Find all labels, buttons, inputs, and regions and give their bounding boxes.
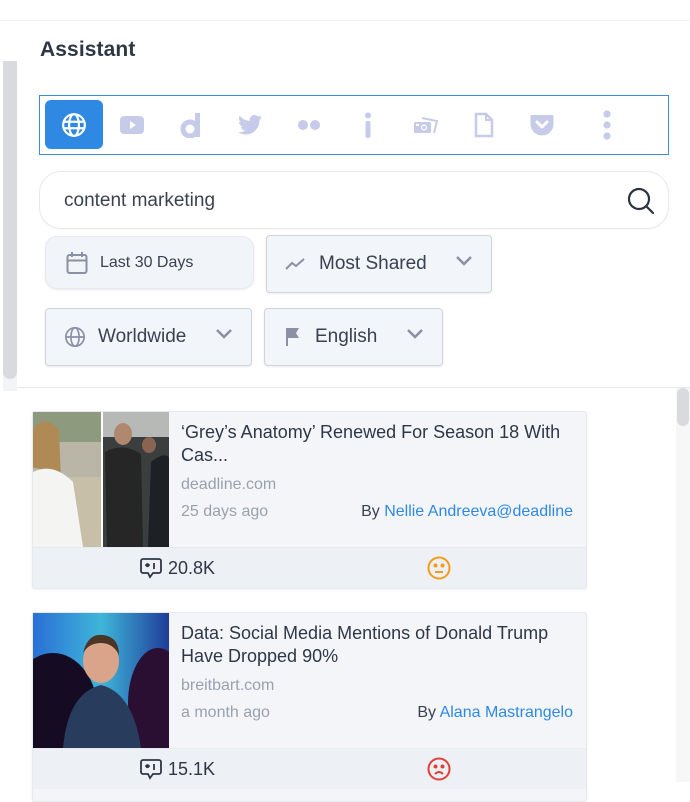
globe-icon [65,327,85,347]
trending-icon [285,258,305,270]
neutral-face-icon [427,556,451,580]
region-label: Worldwide [98,326,187,347]
byline-label: By [361,503,380,520]
region-dropdown[interactable]: Worldwide [45,308,252,366]
language-dropdown[interactable]: English [264,308,443,366]
source-photos-button[interactable] [397,100,455,149]
photos-icon [414,116,439,133]
flag-icon [286,328,299,346]
article-card[interactable]: ‘Grey’s Anatomy’ Renewed For Season 18 W… [32,411,587,589]
article-thumbnail[interactable] [33,613,169,748]
shares-icon [140,558,162,579]
shares-icon [140,759,162,780]
date-range-label: Last 30 Days [100,253,194,271]
source-youtube-button[interactable] [103,100,161,149]
source-selector [39,95,669,155]
chevron-down-icon [456,256,472,266]
left-scrollbar[interactable] [3,61,17,391]
panel-title: Assistant [40,38,136,61]
share-count-value: 15.1K [168,758,216,779]
search-icon[interactable] [626,186,656,216]
youtube-icon [120,115,144,134]
article-domain: deadline.com [181,476,277,493]
sad-face-icon [427,757,451,781]
results-scrollbar[interactable] [676,388,690,782]
byline-label: By [417,704,437,721]
share-count: 20.8K [140,557,215,579]
source-more-button[interactable] [578,100,636,149]
search-input[interactable] [64,186,604,216]
document-icon [474,112,494,137]
search-box [39,171,669,229]
calendar-icon [66,251,88,274]
top-bar [0,0,690,21]
article-footer: 15.1K [33,748,586,789]
date-range-filter[interactable]: Last 30 Days [45,236,254,289]
sort-label: Most Shared [319,253,427,274]
section-divider [17,387,690,388]
info-icon [365,112,371,138]
sort-dropdown[interactable]: Most Shared [266,235,492,293]
more-vertical-icon [603,109,611,140]
chevron-down-icon [216,329,232,339]
source-twitter-button[interactable] [221,100,279,149]
chevron-down-icon [407,329,423,339]
author-link[interactable]: Nellie Andreeva@deadline [384,503,573,520]
source-web-button[interactable] [45,100,103,149]
source-dailymotion-button[interactable] [162,100,220,149]
article-headline[interactable]: Data: Social Media Mentions of Donald Tr… [181,622,576,668]
source-document-button[interactable] [455,100,513,149]
article-byline: By Nellie Andreeva@deadline [361,503,573,521]
article-footer: 20.8K [33,547,586,588]
results-scrollbar-thumb[interactable] [677,388,689,426]
article-card[interactable]: Data: Social Media Mentions of Donald Tr… [32,612,587,802]
source-flickr-button[interactable] [280,100,338,149]
article-byline: By Alana Mastrangelo [417,704,573,722]
left-scrollbar-thumb[interactable] [3,61,17,379]
share-count: 15.1K [140,758,215,780]
article-age: a month ago [181,704,270,721]
article-domain: breitbart.com [181,677,275,694]
globe-icon [62,112,86,137]
source-info-button[interactable] [339,100,397,149]
twitter-icon [238,114,262,134]
article-age: 25 days ago [181,503,269,520]
share-count-value: 20.8K [168,557,216,578]
article-thumbnail[interactable] [33,412,169,547]
flickr-icon [298,119,320,130]
pocket-icon [530,114,554,135]
article-headline[interactable]: ‘Grey’s Anatomy’ Renewed For Season 18 W… [181,421,576,467]
author-link[interactable]: Alana Mastrangelo [440,704,573,721]
language-label: English [315,326,378,347]
dailymotion-icon [180,112,200,138]
source-pocket-button[interactable] [513,100,571,149]
